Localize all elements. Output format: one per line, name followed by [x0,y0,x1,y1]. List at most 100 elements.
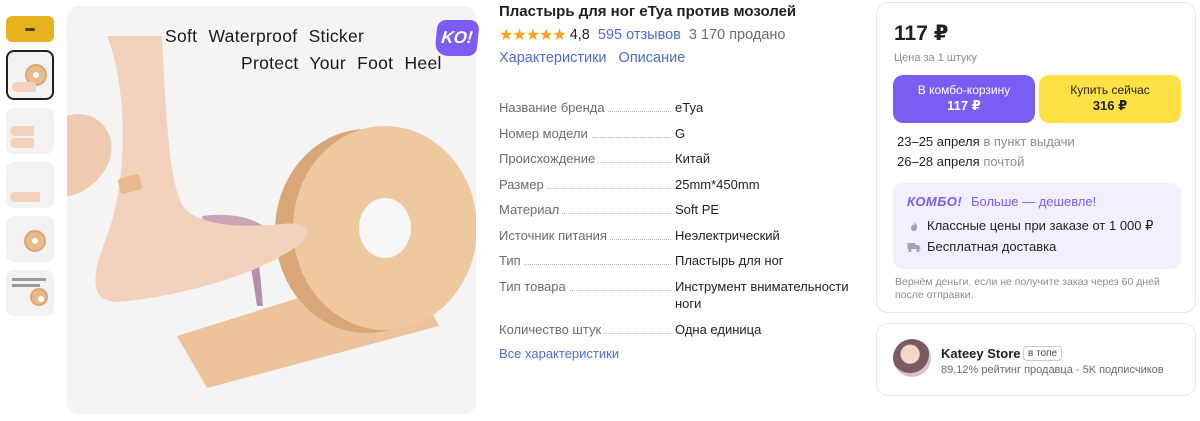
spec-value: eTya [675,100,704,115]
thumbnail-image-5[interactable] [6,270,54,316]
hand [67,114,112,196]
price: 117 ₽ [894,22,949,45]
sold-count: 3 170 продано [688,27,786,43]
top-seller-badge: в топе [1023,346,1063,361]
tab-description[interactable]: Описание [619,50,686,66]
seller-stats: 89,12% рейтинг продавца · 5K подписчиков [941,364,1164,376]
text-line-image [12,278,46,281]
spec-key: Материал [499,200,675,226]
delivery-post-date: 26–28 апреля [897,154,980,169]
delivery-pickup-date: 23–25 апреля [897,134,980,149]
truck-icon [907,240,921,254]
text-line-image [12,284,40,287]
spec-value: Неэлектрический [675,227,780,243]
spec-value: Soft PE [675,202,720,217]
spec-key: Тип товара [499,277,675,320]
delivery-post: 26–28 апреля почтой [897,154,1024,169]
all-specs-link[interactable]: Все характеристики [499,346,859,361]
spec-value: Китай [675,151,711,166]
refund-note: Вернём деньги, если не получите заказ че… [895,276,1160,301]
foot-image [12,82,36,92]
thumbnail-image-2[interactable] [6,108,54,154]
spec-row: Происхождение Китай [499,149,859,175]
combo-button-price: 117 ₽ [947,98,981,113]
product-info: Пластырь для ног eTya против мозолей ★★★… [499,0,859,66]
spec-value: Инструмент внимательности ноги [675,278,849,311]
spec-key-label: Номер модели [499,125,591,141]
spec-key: Тип [499,251,675,277]
thumbnail-strip [6,16,56,324]
combo-logo: КОМБО! [907,194,963,209]
specs-table: Название бренда eTya Номер модели G Прои… [499,98,859,361]
seller-name[interactable]: Kateey Store [941,346,1020,361]
spec-key-label: Происхождение [499,151,599,166]
product-illustration [67,36,476,388]
thumbnail-image-3[interactable] [6,162,54,208]
rating-value: 4,8 [569,27,590,43]
star-rating-icon: ★★★★★ [499,27,567,44]
spec-key-label: Материал [499,202,563,217]
main-product-image[interactable]: Soft Waterproof Sticker Protect Your Foo… [67,6,476,414]
foot [95,36,308,302]
seller-card[interactable]: Kateey Store в топе 89,12% рейтинг прода… [876,323,1196,396]
delivery-pickup-method: в пункт выдачи [983,134,1075,149]
thumbnail-store-logo[interactable] [6,16,54,42]
spec-row: Размер 25mm*450mm [499,175,859,201]
foot-image [10,192,40,202]
product-title: Пластырь для ног eTya против мозолей [499,3,797,20]
foot-image [10,126,34,136]
spec-row: Тип товара Инструмент внимательности ног… [499,277,859,320]
tab-characteristics[interactable]: Характеристики [499,50,607,66]
delivery-pickup: 23–25 апреля в пункт выдачи [897,134,1075,149]
spec-key: Номер модели [499,124,675,150]
spec-row: Источник питания Неэлектрический [499,226,859,252]
spec-key: Название бренда [499,98,675,124]
tape-roll-hole [359,198,411,258]
spec-value: 25mm*450mm [675,176,760,192]
price-card: 117 ₽ Цена за 1 штуку В комбо-корзину 11… [876,2,1196,313]
spec-key: Источник питания [499,226,675,252]
perk-delivery: Бесплатная доставка [907,239,1056,254]
spec-row: Название бренда eTya [499,98,859,124]
spec-value: G [675,125,686,141]
combo-button-label: В комбо-корзину [917,83,1011,97]
spec-key: Количество штук [499,320,675,346]
spec-value: Пластырь для ног [675,253,784,268]
rating-row: ★★★★★ 4,8 595 отзывов 3 170 продано [499,25,859,45]
info-tabs: Характеристики Описание [499,50,859,66]
combo-promo[interactable]: КОМБО! Больше — дешевле! Классные цены п… [893,183,1181,269]
flame-icon [907,219,921,233]
spec-row: Количество штук Одна единица [499,320,859,346]
add-to-combo-cart-button[interactable]: В комбо-корзину 117 ₽ [893,75,1035,123]
perk-delivery-text: Бесплатная доставка [927,239,1057,254]
perk-prices-text: Классные цены при заказе от 1 000 ₽ [927,218,1154,233]
spec-key: Размер [499,175,675,201]
spec-value: Одна единица [675,321,762,337]
spec-key: Происхождение [499,149,675,175]
spec-key-label: Количество штук [499,321,605,337]
reviews-link[interactable]: 595 отзывов [598,27,681,43]
spec-key-label: Название бренда [499,100,608,115]
buy-button-label: Купить сейчас [1070,83,1150,97]
spec-key-label: Источник питания [499,227,610,243]
spec-row: Номер модели G [499,124,859,150]
spec-key-label: Тип [499,253,524,268]
spec-key-label: Тип товара [499,278,569,294]
perk-prices: Классные цены при заказе от 1 000 ₽ [907,218,1153,234]
seller-avatar [893,339,931,377]
buy-now-button[interactable]: Купить сейчас 316 ₽ [1039,75,1181,123]
combo-tagline: Больше — дешевле! [971,194,1097,209]
delivery-post-method: почтой [983,154,1025,169]
spec-row: Материал Soft PE [499,200,859,226]
thumbnail-image-4[interactable] [6,216,54,262]
ko-badge: KO! [434,20,480,56]
foot-image [10,138,34,148]
spec-key-label: Размер [499,176,547,192]
logo-icon [25,27,35,31]
tape-roll-image [30,288,48,306]
spec-row: Тип Пластырь для ног [499,251,859,277]
buy-button-price: 316 ₽ [1092,98,1128,113]
thumbnail-image-1[interactable] [6,50,54,100]
unit-price-label: Цена за 1 штуку [894,52,977,64]
tape-roll-image [24,230,46,252]
